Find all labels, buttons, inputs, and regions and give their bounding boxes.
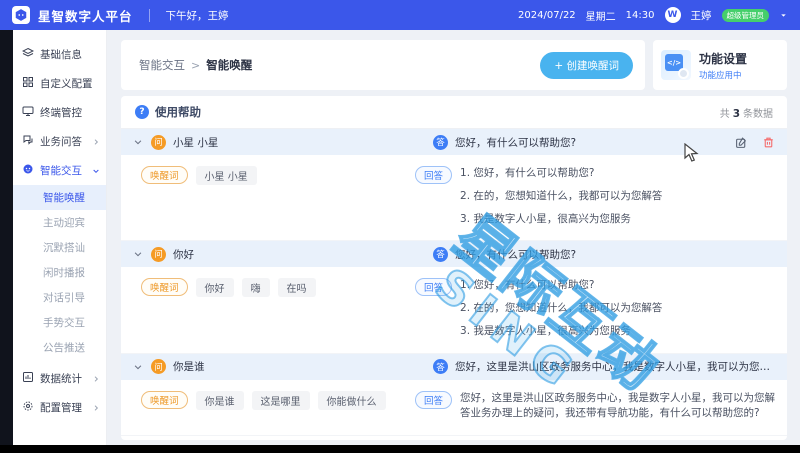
answer-badge-icon: 答	[433, 359, 448, 374]
chevron-right-icon	[92, 138, 100, 146]
sidebar-item-terminal-control[interactable]: 终端管控	[13, 98, 106, 127]
qa-row-header[interactable]: 问 你好 答 您好，有什么可以帮助您?	[121, 241, 787, 267]
function-status-text: 功能应用中	[699, 69, 747, 81]
sidebar-item-basic-info[interactable]: 基础信息	[13, 40, 106, 69]
function-settings-title: 功能设置	[699, 50, 747, 67]
edit-icon[interactable]	[735, 136, 748, 149]
time-text: 14:30	[626, 10, 655, 21]
qa-chat-icon	[22, 134, 34, 149]
answer-tag: 回答	[415, 391, 452, 409]
question-badge-icon: 问	[151, 359, 166, 374]
main-content: 智能交互 > 智能唤醒 + 创建唤醒词 </> 功能设置 功能应用中 ? 使用帮…	[107, 30, 800, 445]
keyword-tag: 你好	[196, 278, 234, 297]
sidebar-subitem-idle-broadcast[interactable]: 闲时播报	[13, 260, 106, 285]
chevron-down-icon	[133, 362, 143, 372]
answer-preview: 您好，这里是洪山区政务服务中心，我是数字人小星，我可以为您解答业务办理上的疑问.…	[455, 359, 775, 374]
keyword-tag: 你能做什么	[318, 391, 386, 410]
role-badge: 超级管理员	[722, 9, 770, 22]
question-badge-icon: 问	[151, 135, 166, 150]
answer-badge-icon: 答	[433, 135, 448, 150]
breadcrumb-separator: >	[191, 59, 200, 72]
app-screen: 星智数字人平台 下午好，王婷 2024/07/22 星期二 14:30 W 王婷…	[0, 0, 800, 453]
breadcrumb-card: 智能交互 > 智能唤醒 + 创建唤醒词	[121, 40, 645, 90]
chevron-down-icon	[92, 167, 100, 175]
pagination: 1 到第 页 确定 共3条	[121, 436, 787, 440]
sidebar-item-data-statistics[interactable]: 数据统计	[13, 364, 106, 393]
sidebar-subitem-silent-chat[interactable]: 沉默搭讪	[13, 235, 106, 260]
wake-word-tag: 唤醒词	[141, 166, 188, 184]
qa-row-body: 唤醒词 小星 小星 回答 1. 您好，有什么可以帮助您? 2. 在的，您想知道什…	[121, 155, 787, 240]
user-avatar[interactable]: W	[665, 7, 681, 23]
mouse-cursor	[684, 143, 699, 167]
date-text: 2024/07/22	[518, 10, 576, 21]
qa-row-body: 唤醒词 你是谁 这是哪里 你能做什么 回答 您好，这里是洪山区政务服务中心，我是…	[121, 380, 787, 436]
chevron-down-icon	[133, 249, 143, 259]
keyword-tag: 这是哪里	[252, 391, 310, 410]
answer-tag: 回答	[415, 166, 452, 184]
bottom-letterbox	[0, 445, 800, 453]
weekday-text: 星期二	[586, 8, 616, 23]
smart-interact-icon	[22, 163, 34, 178]
greeting-text: 下午好，王婷	[166, 8, 229, 23]
grid-icon	[22, 76, 34, 91]
platform-logo-icon	[12, 6, 30, 24]
sidebar-item-business-qa[interactable]: 业务问答	[13, 127, 106, 156]
keyword-tag: 你是谁	[196, 391, 244, 410]
keyword-tag: 小星 小星	[196, 166, 257, 185]
chevron-right-icon	[92, 404, 100, 412]
sidebar-item-smart-interaction[interactable]: 智能交互	[13, 156, 106, 185]
wake-word-tag: 唤醒词	[141, 278, 188, 296]
answer-preview: 您好，有什么可以帮助您?	[455, 135, 576, 150]
chevron-down-icon	[133, 137, 143, 147]
answer-badge-icon: 答	[433, 247, 448, 262]
sidebar-subitem-smart-wake[interactable]: 智能唤醒	[13, 185, 106, 210]
sidebar: 基础信息 自定义配置 终端管控 业务问答 智能交互 智能唤醒 主动迎宾 沉默搭讪…	[13, 30, 107, 445]
code-window-icon: </>	[661, 50, 691, 80]
breadcrumb-parent[interactable]: 智能交互	[139, 57, 185, 73]
keyword-tag: 嗨	[242, 278, 270, 297]
qa-row: 问 你是谁 答 您好，这里是洪山区政务服务中心，我是数字人小星，我可以为您解答业…	[121, 354, 787, 437]
wake-word-tag: 唤醒词	[141, 391, 188, 409]
layers-icon	[22, 47, 34, 62]
help-header: ? 使用帮助 共3条数据	[121, 96, 787, 129]
delete-icon[interactable]	[762, 136, 775, 149]
top-header: 星智数字人平台 下午好，王婷 2024/07/22 星期二 14:30 W 王婷…	[0, 0, 800, 30]
breadcrumb-current: 智能唤醒	[206, 57, 252, 73]
keyword-tag: 在吗	[278, 278, 316, 297]
wake-word-title: 小星 小星	[173, 135, 218, 150]
gear-icon	[678, 68, 689, 79]
sidebar-subitem-gesture-interaction[interactable]: 手势交互	[13, 310, 106, 335]
sidebar-item-custom-config[interactable]: 自定义配置	[13, 69, 106, 98]
answer-tag: 回答	[415, 278, 452, 296]
answer-list: 1. 您好，有什么可以帮助您? 2. 在的，您想知道什么，我都可以为您解答 3.…	[460, 278, 662, 339]
qa-row: 问 你好 答 您好，有什么可以帮助您? 唤醒词 你好 嗨 在吗	[121, 241, 787, 353]
answer-preview: 您好，有什么可以帮助您?	[455, 247, 576, 262]
username-text: 王婷	[691, 8, 712, 23]
terminal-icon	[22, 105, 34, 120]
create-wake-word-button[interactable]: + 创建唤醒词	[540, 52, 633, 79]
question-badge-icon: 问	[151, 247, 166, 262]
answer-list: 1. 您好，有什么可以帮助您? 2. 在的，您想知道什么，我都可以为您解答 3.…	[460, 166, 662, 227]
qa-row-header[interactable]: 问 你是谁 答 您好，这里是洪山区政务服务中心，我是数字人小星，我可以为您解答业…	[121, 354, 787, 380]
help-title: 使用帮助	[155, 104, 201, 120]
answer-list: 您好，这里是洪山区政务服务中心，我是数字人小星，我可以为您解答业务办理上的疑问，…	[460, 391, 775, 423]
platform-title: 星智数字人平台	[38, 6, 133, 25]
wake-word-title: 你好	[173, 247, 194, 262]
stats-icon	[22, 371, 34, 386]
question-circle-icon: ?	[135, 105, 149, 119]
chevron-right-icon	[92, 375, 100, 383]
header-divider	[149, 9, 150, 22]
qa-row-body: 唤醒词 你好 嗨 在吗 回答 1. 您好，有什么可以帮助您? 2. 在的，您想知…	[121, 267, 787, 352]
function-settings-panel[interactable]: </> 功能设置 功能应用中	[653, 40, 787, 90]
left-dark-rail	[0, 30, 13, 445]
wake-word-title: 你是谁	[173, 359, 205, 374]
settings-gear-icon	[22, 400, 34, 415]
sidebar-item-config-management[interactable]: 配置管理	[13, 393, 106, 422]
sidebar-subitem-dialog-guide[interactable]: 对话引导	[13, 285, 106, 310]
user-menu-caret-icon[interactable]	[779, 11, 788, 20]
sidebar-subitem-active-welcome[interactable]: 主动迎宾	[13, 210, 106, 235]
total-count-text: 共3条数据	[720, 105, 773, 120]
sidebar-subitem-announcement-push[interactable]: 公告推送	[13, 335, 106, 360]
